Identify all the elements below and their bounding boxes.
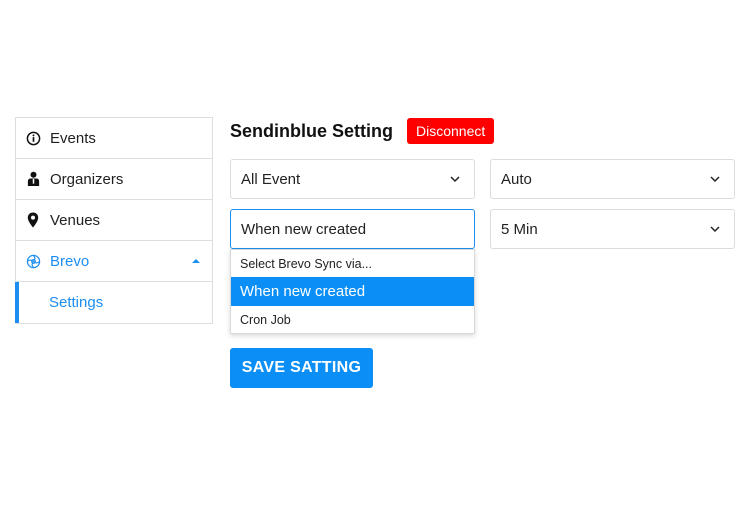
info-circle-icon: [24, 129, 42, 147]
map-pin-icon: [24, 211, 42, 229]
header: Sendinblue Setting Disconnect: [230, 118, 495, 144]
chevron-down-icon: [710, 226, 720, 233]
sidebar-item-settings[interactable]: Settings: [15, 282, 212, 323]
sync-select[interactable]: When new created: [230, 209, 475, 249]
sidebar-item-organizers[interactable]: Organizers: [16, 159, 212, 200]
interval-select-value: 5 Min: [501, 220, 538, 238]
event-select[interactable]: All Event: [230, 159, 475, 199]
person-icon: [24, 170, 42, 188]
sync-select-value: When new created: [241, 220, 367, 238]
sidebar-item-brevo[interactable]: Brevo: [16, 241, 212, 282]
mode-select[interactable]: Auto: [490, 159, 735, 199]
sidebar-item-label: Settings: [49, 294, 104, 311]
sidebar-item-events[interactable]: Events: [16, 118, 212, 159]
chevron-down-icon: [450, 176, 460, 183]
caret-up-icon[interactable]: [192, 259, 200, 263]
dropdown-option-selected[interactable]: When new created: [231, 277, 474, 306]
chevron-down-icon: [710, 176, 720, 183]
dropdown-option[interactable]: Select Brevo Sync via...: [231, 250, 474, 277]
page-title: Sendinblue Setting: [230, 120, 394, 141]
sync-dropdown-list: Select Brevo Sync via... When new create…: [230, 249, 475, 334]
mode-select-value: Auto: [501, 170, 532, 188]
page-root: Events Organizers Venues Brevo Settings …: [0, 0, 755, 505]
disconnect-button[interactable]: Disconnect: [407, 118, 495, 144]
save-setting-button[interactable]: SAVE SATTING: [230, 348, 373, 388]
sidebar-item-label: Brevo: [50, 252, 90, 270]
dropdown-option[interactable]: Cron Job: [231, 306, 474, 333]
event-select-value: All Event: [241, 170, 301, 188]
brevo-swirl-icon: [24, 252, 42, 270]
sidebar-item-label: Organizers: [50, 170, 124, 188]
sidebar-item-label: Venues: [50, 211, 101, 229]
interval-select[interactable]: 5 Min: [490, 209, 735, 249]
sidebar-item-label: Events: [50, 129, 96, 147]
sidebar-item-venues[interactable]: Venues: [16, 200, 212, 241]
sidebar: Events Organizers Venues Brevo Settings: [15, 117, 213, 324]
